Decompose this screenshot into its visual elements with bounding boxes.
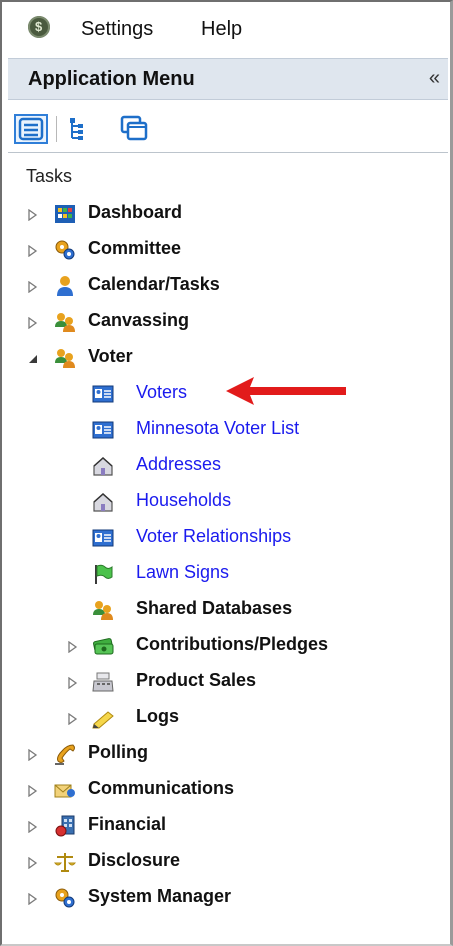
money-icon: [93, 638, 114, 655]
tree-label: System Manager: [88, 886, 232, 906]
red-arrow-annotation: [226, 377, 346, 405]
tree-label: Voter: [88, 346, 133, 366]
people-group-icon: [55, 349, 75, 368]
tree-view-icon: [70, 118, 83, 140]
list-view-button[interactable]: [14, 114, 48, 144]
expand-arrow-icon[interactable]: [28, 785, 38, 797]
cash-register-icon: [92, 672, 114, 692]
collapse-panel-button[interactable]: «: [429, 67, 440, 90]
expand-arrow-icon[interactable]: [28, 857, 38, 869]
menu-bar: $ Settings Help: [2, 2, 450, 48]
people-group-icon: [55, 313, 75, 332]
view-toolbar: [8, 106, 448, 152]
tree-item-households[interactable]: Households: [92, 488, 392, 518]
tree-item-minnesota-voter-list[interactable]: Minnesota Voter List: [92, 416, 392, 446]
tree-item-committee[interactable]: Committee: [28, 236, 328, 266]
tree-item-calendar-tasks[interactable]: Calendar/Tasks: [28, 272, 328, 302]
menu-settings[interactable]: Settings: [81, 18, 153, 41]
expand-arrow-icon[interactable]: [28, 821, 38, 833]
tree-item-product-sales[interactable]: Product Sales: [68, 668, 368, 698]
tree-item-financial[interactable]: Financial: [28, 812, 328, 842]
section-divider: [8, 152, 448, 153]
tree-item-voter-relationships[interactable]: Voter Relationships: [92, 524, 392, 554]
expand-arrow-icon[interactable]: [68, 677, 78, 689]
tree-item-disclosure[interactable]: Disclosure: [28, 848, 328, 878]
tree-label: Canvassing: [88, 310, 190, 330]
menu-help[interactable]: Help: [201, 18, 242, 41]
tree-link-label[interactable]: Households: [136, 490, 231, 511]
tree-link-label[interactable]: Lawn Signs: [136, 562, 229, 583]
app-logo-icon[interactable]: $: [28, 16, 50, 38]
tree-link-label[interactable]: Voter Relationships: [136, 526, 291, 547]
phone-icon: [55, 744, 75, 765]
financial-icon: [55, 815, 75, 837]
tree-label: Communications: [88, 778, 235, 798]
tree-link-label[interactable]: Addresses: [136, 454, 221, 475]
tree-label: Logs: [136, 706, 179, 726]
tasks-heading: Tasks: [26, 166, 73, 186]
panel-header: Application Menu «: [8, 58, 448, 100]
people-group-icon: [93, 601, 113, 620]
pencil-icon: [92, 711, 114, 729]
tree-item-contributions-pledges[interactable]: Contributions/Pledges: [68, 632, 408, 662]
committee-gears-icon: [55, 240, 75, 260]
scales-icon: [54, 853, 76, 872]
tree-item-system-manager[interactable]: System Manager: [28, 884, 348, 914]
list-view-icon: [18, 117, 44, 141]
expand-arrow-icon[interactable]: [28, 749, 38, 761]
mail-icon: [54, 784, 75, 798]
tree-label: Committee: [88, 238, 182, 258]
windows-view-button[interactable]: [118, 114, 152, 144]
collapse-arrow-icon[interactable]: [28, 353, 38, 365]
tree-item-canvassing[interactable]: Canvassing: [28, 308, 328, 338]
person-icon: [57, 276, 73, 296]
expand-arrow-icon[interactable]: [28, 893, 38, 905]
tree-label: Calendar/Tasks: [88, 274, 220, 294]
panel-title: Application Menu: [28, 68, 195, 90]
application-window: $ Settings Help Application Menu « Tasks…: [0, 0, 453, 946]
tree-label: Shared Databases: [136, 598, 293, 618]
expand-arrow-icon[interactable]: [28, 317, 38, 329]
tree-item-voters[interactable]: Voters: [92, 380, 232, 410]
voter-card-icon: [92, 529, 114, 547]
expand-arrow-icon[interactable]: [28, 209, 38, 221]
flag-icon: [95, 564, 113, 584]
tree-item-communications[interactable]: Communications: [28, 776, 328, 806]
tree-label: Polling: [88, 742, 148, 762]
dashboard-icon: [55, 205, 75, 223]
house-icon: [93, 492, 113, 512]
expand-arrow-icon[interactable]: [68, 713, 78, 725]
tree-label: Contributions/Pledges: [136, 634, 329, 654]
expand-arrow-icon[interactable]: [28, 245, 38, 257]
expand-arrow-icon[interactable]: [28, 281, 38, 293]
tree-item-dashboard[interactable]: Dashboard: [28, 200, 328, 230]
expand-arrow-icon[interactable]: [68, 641, 78, 653]
tree-label: Dashboard: [88, 202, 183, 222]
windows-view-icon: [120, 115, 148, 141]
voter-card-icon: [92, 421, 114, 439]
tree-item-logs[interactable]: Logs: [68, 704, 368, 734]
tree-label: Financial: [88, 814, 167, 834]
tree-item-shared-databases[interactable]: Shared Databases: [92, 596, 392, 626]
tree-link-label[interactable]: Voters: [136, 382, 187, 403]
tree-label: Product Sales: [136, 670, 257, 690]
toolbar-separator: [56, 116, 57, 142]
tree-item-addresses[interactable]: Addresses: [92, 452, 392, 482]
tree-link-label[interactable]: Minnesota Voter List: [136, 418, 299, 439]
tree-label: Disclosure: [88, 850, 181, 870]
tree-item-polling[interactable]: Polling: [28, 740, 328, 770]
tree-view-button[interactable]: [64, 114, 98, 144]
tree-item-voter[interactable]: Voter: [28, 344, 328, 374]
tree-item-lawn-signs[interactable]: Lawn Signs: [92, 560, 392, 590]
system-gears-icon: [55, 888, 75, 908]
voter-card-icon: [92, 385, 114, 403]
house-icon: [93, 456, 113, 476]
